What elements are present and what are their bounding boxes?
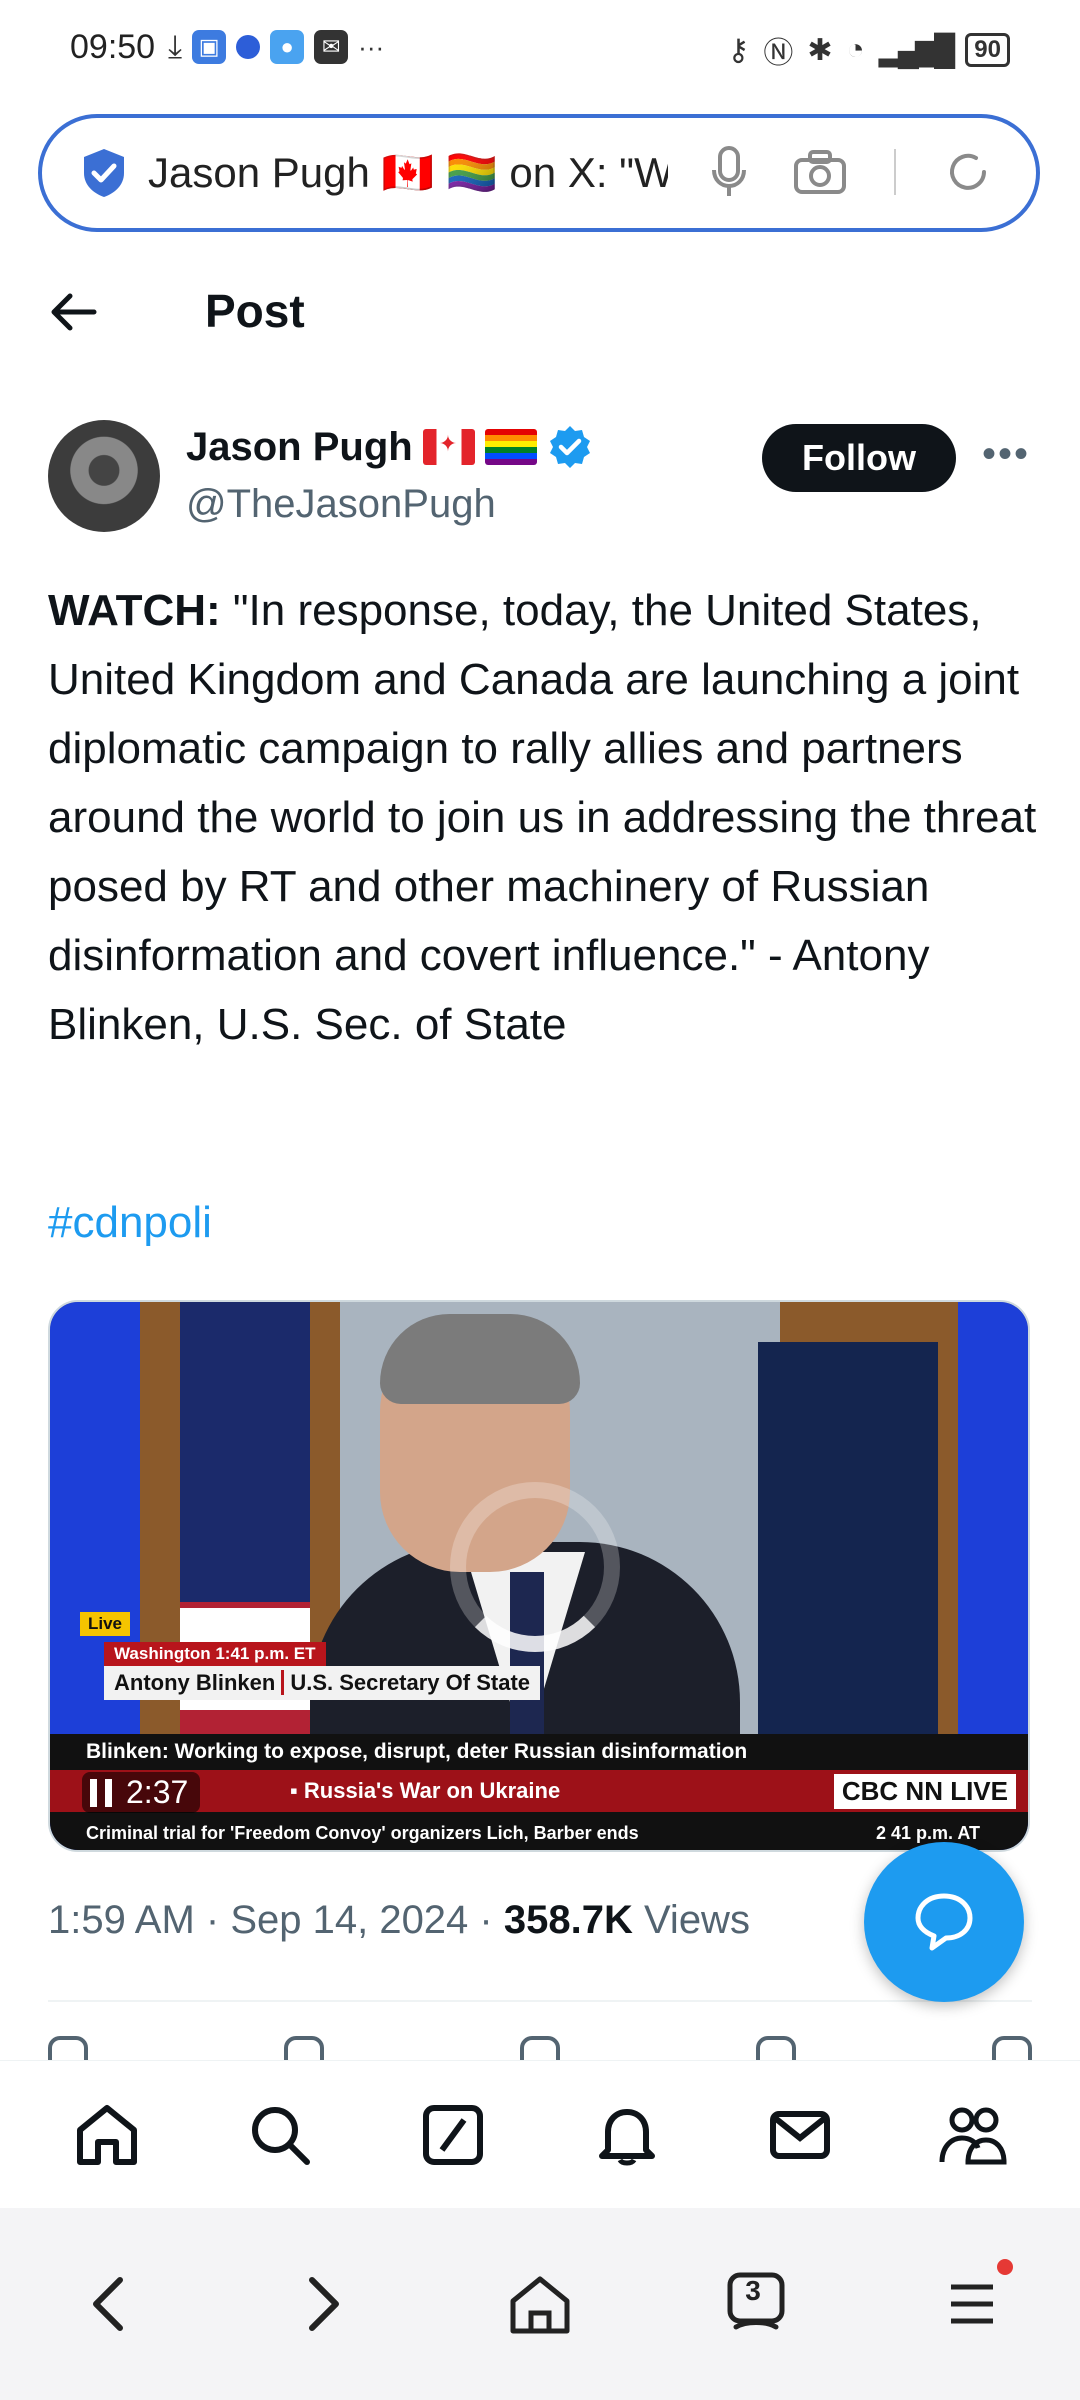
ticker-segment: ▪ Russia's War on Ukraine <box>290 1778 561 1803</box>
refresh-icon[interactable] <box>944 148 992 196</box>
download-icon: ⤓ <box>168 28 183 64</box>
separator <box>894 149 896 195</box>
speaker-hair <box>380 1314 580 1404</box>
canada-flag-icon <box>422 429 475 465</box>
us-flag <box>180 1302 310 1782</box>
home-icon[interactable] <box>72 2100 142 2170</box>
nfc-icon: Ⓝ <box>763 37 794 70</box>
action-row <box>48 2036 1032 2060</box>
post-meta: 1:59 AM · Sep 14, 2024 · 358.7K Views <box>48 1898 750 1943</box>
bottom-nav <box>0 2060 1080 2208</box>
status-time: 09:50 <box>70 28 156 66</box>
video-duration: 2:37 <box>126 1774 189 1810</box>
app-notification-icon: ✉ <box>314 30 349 64</box>
microphone-icon[interactable] <box>712 146 746 198</box>
more-notifications-icon: ··· <box>358 31 385 62</box>
messages-icon[interactable] <box>765 2100 835 2170</box>
status-bar: 09:50 ⤓ ▣ ● ✉ ··· ⚷ Ⓝ ✱ ◔ ▂▄▆█ 90 <box>0 0 1080 100</box>
hashtag-link[interactable]: #cdnpoli <box>48 1198 212 1248</box>
address-bar[interactable]: Jason Pugh 🇨🇦 🏳️‍🌈 on X: "W <box>38 114 1040 232</box>
tabs-icon[interactable]: 3 <box>721 2269 791 2339</box>
wifi-icon: ◔ <box>846 33 865 66</box>
ticker-time: 2 41 p.m. AT <box>875 1823 980 1843</box>
page-title: Post <box>205 285 305 337</box>
tweet-text: WATCH: "In response, today, the United S… <box>48 576 1038 1059</box>
menu-icon[interactable] <box>937 2259 1013 2339</box>
shield-icon <box>84 149 124 197</box>
battery-icon: 90 <box>965 33 1010 67</box>
live-badge: Live <box>80 1612 131 1636</box>
forward-icon[interactable] <box>289 2269 359 2339</box>
meta-separator: · <box>194 1898 231 1942</box>
share-icon[interactable] <box>992 2036 1032 2060</box>
avatar[interactable] <box>48 420 160 532</box>
compose-reply-button[interactable] <box>864 1842 1024 2002</box>
browser-home-icon[interactable] <box>505 2269 575 2339</box>
pause-icon[interactable] <box>90 1778 112 1807</box>
meta-separator: · <box>468 1898 504 1942</box>
more-options-icon[interactable]: ••• <box>982 432 1030 477</box>
bluetooth-icon: ✱ <box>807 33 833 67</box>
signal-icon: ▂▄▆█ <box>878 33 956 67</box>
follow-button[interactable]: Follow <box>762 424 956 492</box>
browser-nav: 3 <box>0 2208 1080 2400</box>
grok-icon[interactable] <box>418 2100 488 2170</box>
post-time: 1:59 AM <box>48 1898 195 1942</box>
ticker-bottom-text: Criminal trial for 'Freedom Convoy' orga… <box>86 1823 639 1843</box>
notification-dot <box>997 2259 1013 2275</box>
tweet-body: "In response, today, the United States, … <box>48 586 1037 1049</box>
like-icon[interactable] <box>520 2036 560 2060</box>
state-dept-flag <box>758 1342 938 1782</box>
back-icon[interactable] <box>73 2269 143 2339</box>
display-name[interactable]: Jason Pugh <box>186 425 413 470</box>
bookmark-icon[interactable] <box>756 2036 796 2060</box>
speaker-title: U.S. Secretary Of State <box>281 1670 531 1695</box>
video-player[interactable]: Live Washington 1:41 p.m. ET Antony Blin… <box>48 1300 1030 1852</box>
divider <box>48 2000 1032 2002</box>
author-handle[interactable]: @TheJasonPugh <box>186 482 496 527</box>
tweet-lead: WATCH: <box>48 586 221 635</box>
notification-icons: ⤓ ▣ ● ✉ ··· <box>168 28 384 66</box>
key-icon: ⚷ <box>727 33 750 67</box>
pride-flag-icon <box>484 429 537 465</box>
reply-icon[interactable] <box>48 2036 88 2060</box>
location-caption: Washington 1:41 p.m. ET <box>104 1642 326 1666</box>
app-notification-icon <box>236 35 261 59</box>
network-logo: CBC NN LIVE <box>833 1774 1016 1809</box>
app-notification-icon: ● <box>270 30 305 64</box>
post-date: Sep 14, 2024 <box>230 1898 469 1942</box>
tabs-count: 3 <box>745 2275 761 2306</box>
name-caption: Antony Blinken U.S. Secretary Of State <box>104 1666 541 1700</box>
notifications-icon[interactable] <box>592 2100 662 2170</box>
views-count: 358.7K <box>503 1898 633 1942</box>
video-time-pill[interactable]: 2:37 <box>82 1772 201 1813</box>
app-notification-icon: ▣ <box>192 30 227 64</box>
post-header: Post <box>0 262 1080 362</box>
system-status: ⚷ Ⓝ ✱ ◔ ▂▄▆█ 90 <box>727 28 1010 72</box>
ticker-headline: Blinken: Working to expose, disrupt, det… <box>50 1734 1028 1770</box>
address-text[interactable]: Jason Pugh 🇨🇦 🏳️‍🌈 on X: "W <box>148 149 668 198</box>
search-icon[interactable] <box>245 2100 315 2170</box>
camera-icon[interactable] <box>794 150 846 194</box>
ticker-bottom-bar: Criminal trial for 'Freedom Convoy' orga… <box>50 1812 1028 1850</box>
speaker-name: Antony Blinken <box>114 1670 276 1695</box>
author-name-row[interactable]: Jason Pugh <box>186 424 593 470</box>
back-arrow-icon[interactable] <box>48 286 100 338</box>
repost-icon[interactable] <box>284 2036 324 2060</box>
verified-badge-icon <box>549 426 590 468</box>
chat-bubble-icon <box>915 1893 973 1951</box>
loading-spinner-icon <box>450 1482 620 1652</box>
communities-icon[interactable] <box>938 2100 1008 2170</box>
views-label: Views <box>643 1898 750 1942</box>
